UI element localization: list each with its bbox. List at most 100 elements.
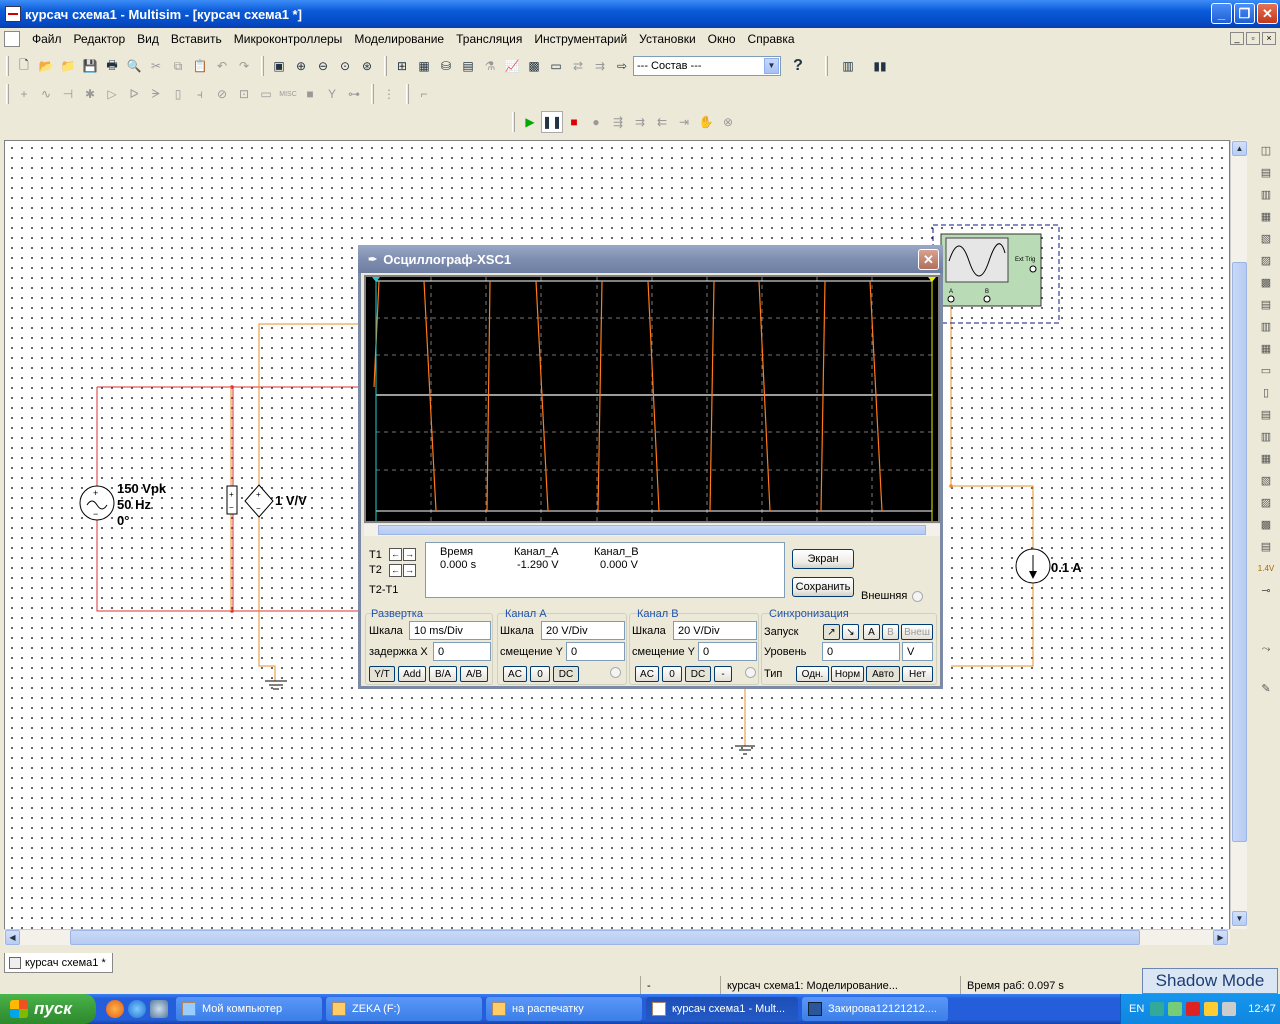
place-misc-icon[interactable]: ▭ (255, 83, 277, 105)
current-probe-icon[interactable]: ⊸ (1256, 580, 1276, 602)
trigger-level-input[interactable]: 0 (822, 642, 900, 661)
start-button[interactable]: пуск (0, 994, 96, 1024)
place-electromech-icon[interactable]: ⊶ (343, 83, 365, 105)
channel-a-radio[interactable] (610, 667, 621, 678)
place-ladder-icon[interactable]: ⋮ (378, 83, 400, 105)
save-data-button[interactable]: Сохранить (792, 577, 854, 597)
place-diode-icon[interactable]: ⊣ (57, 83, 79, 105)
agilent-scope-icon[interactable]: ▨ (1256, 492, 1276, 514)
x-delay-input[interactable]: 0 (433, 642, 491, 661)
rising-edge-icon[interactable]: ↗ (823, 624, 840, 640)
scroll-up-icon[interactable]: ▲ (1232, 141, 1247, 156)
controlled-voltage-source[interactable]: + − + − (226, 484, 274, 518)
word-generator-icon[interactable]: ▤ (1256, 294, 1276, 316)
menu-simulate[interactable]: Моделирование (348, 32, 450, 46)
document-icon[interactable] (4, 31, 20, 47)
channel-b-ac-button[interactable]: AC (635, 666, 659, 682)
spreadsheet-icon[interactable]: ▦ (413, 55, 435, 77)
mode-add-button[interactable]: Add (398, 666, 426, 682)
back-annotate-icon[interactable]: ⇄ (567, 55, 589, 77)
print-icon[interactable]: 🖶 (101, 55, 123, 77)
mode-ba-button[interactable]: B/A (429, 666, 457, 682)
t2-right-arrow-icon[interactable]: → (403, 564, 416, 577)
channel-b-zero-button[interactable]: 0 (662, 666, 682, 682)
grapher-icon[interactable]: 📈 (501, 55, 523, 77)
t2-left-arrow-icon[interactable]: ← (389, 564, 402, 577)
place-basic-icon[interactable]: ∿ (35, 83, 57, 105)
zoom-in-icon[interactable]: ⊕ (290, 55, 312, 77)
place-misc-text-icon[interactable]: MISC (277, 83, 299, 105)
scope-close-button[interactable]: ✕ (918, 249, 939, 270)
scope-scrollbar[interactable] (364, 524, 940, 536)
channel-a-zero-button[interactable]: 0 (530, 666, 550, 682)
run-to-cursor-icon[interactable]: ⇥ (673, 111, 695, 133)
scope-scroll-thumb[interactable] (378, 525, 926, 535)
title-block-icon[interactable]: ▭ (545, 55, 567, 77)
trigger-none-button[interactable]: Нет (902, 666, 933, 682)
vertical-scroll-thumb[interactable] (1232, 262, 1247, 842)
task-my-computer[interactable]: Мой компьютер (176, 997, 322, 1021)
scroll-down-icon[interactable]: ▼ (1232, 911, 1247, 926)
zoom-fit-icon[interactable]: ⊛ (356, 55, 378, 77)
network-analyzer-icon[interactable]: ▥ (1256, 426, 1276, 448)
menu-help[interactable]: Справка (742, 32, 801, 46)
forward-annotate-icon[interactable]: ⇉ (589, 55, 611, 77)
place-misc-digital-icon[interactable]: ▯ (167, 83, 189, 105)
multisim-app-icon[interactable] (5, 6, 21, 22)
electrical-rules-icon[interactable]: ▩ (523, 55, 545, 77)
logic-analyzer-icon[interactable]: ▥ (1256, 316, 1276, 338)
tray-antivirus-icon[interactable] (1186, 1002, 1201, 1016)
place-transistor-icon[interactable]: ✱ (79, 83, 101, 105)
postprocessor-icon[interactable]: ⚗ (479, 55, 501, 77)
channel-a-offset-input[interactable]: 0 (566, 642, 625, 661)
trigger-single-button[interactable]: Одн. (796, 666, 829, 682)
channel-b-scale-input[interactable]: 20 V/Div (673, 621, 757, 640)
breakpoint-icon[interactable]: ● (585, 111, 607, 133)
bode-plotter-icon[interactable]: ▨ (1256, 250, 1276, 272)
menu-options[interactable]: Установки (633, 32, 701, 46)
oscilloscope-icon[interactable]: ▦ (1256, 206, 1276, 228)
step-out-icon[interactable]: ⇇ (651, 111, 673, 133)
usage-list-select[interactable]: --- Состав --- ▼ (633, 56, 781, 76)
mode-yt-button[interactable]: Y/T (369, 666, 395, 682)
maximize-button[interactable]: ❐ (1234, 3, 1255, 24)
agilent-multimeter-icon[interactable]: ▧ (1256, 470, 1276, 492)
menu-edit[interactable]: Редактор (68, 32, 132, 46)
title-bar[interactable]: курсач схема1 - Multisim - [курсач схема… (0, 0, 1280, 28)
trigger-auto-button[interactable]: Авто (866, 666, 900, 682)
sheet-tab[interactable]: курсач схема1 * (4, 953, 113, 973)
help-icon[interactable]: ? (787, 55, 809, 77)
place-mixed-icon[interactable]: ⫞ (189, 83, 211, 105)
scroll-left-icon[interactable]: ◀ (5, 930, 20, 945)
ac-voltage-source[interactable]: + − (79, 485, 115, 521)
horizontal-scroll-thumb[interactable] (70, 930, 1140, 945)
place-indicator-icon[interactable]: ⊘ (211, 83, 233, 105)
menu-mcu[interactable]: Микроконтроллеры (228, 32, 349, 46)
zoom-out-icon[interactable]: ⊖ (312, 55, 334, 77)
pause-simulation-icon[interactable]: ❚❚ (541, 111, 563, 133)
breadboard-icon[interactable]: ▥ (832, 55, 864, 77)
open-sample-icon[interactable]: 📁 (57, 55, 79, 77)
channel-a-dc-button[interactable]: DC (553, 666, 579, 682)
falling-edge-icon[interactable]: ↘ (842, 624, 859, 640)
trigger-normal-button[interactable]: Норм (831, 666, 864, 682)
task-drive-f[interactable]: ZEKA (F:) (326, 997, 482, 1021)
tray-volume-icon[interactable] (1222, 1002, 1237, 1016)
cut-icon[interactable]: ✂ (145, 55, 167, 77)
menu-window[interactable]: Окно (702, 32, 742, 46)
run-simulation-icon[interactable]: ▶ (519, 111, 541, 133)
new-file-icon[interactable]: 🗋 (13, 55, 35, 77)
logic-converter-icon[interactable]: ▦ (1256, 338, 1276, 360)
chevron-down-icon[interactable]: ▼ (764, 58, 779, 74)
tray-shield-icon[interactable] (1204, 1002, 1219, 1016)
hierarchy-icon[interactable]: ⊞ (391, 55, 413, 77)
place-analog-icon[interactable]: ▷ (101, 83, 123, 105)
oscilloscope-symbol[interactable] (932, 224, 1060, 324)
trigger-source-a-button[interactable]: A (863, 624, 880, 640)
channel-b-radio[interactable] (745, 667, 756, 678)
channel-b-offset-input[interactable]: 0 (698, 642, 757, 661)
mode-ab-button[interactable]: A/B (460, 666, 488, 682)
step-into-icon[interactable]: ⇶ (607, 111, 629, 133)
redo-icon[interactable]: ↷ (233, 55, 255, 77)
menu-insert[interactable]: Вставить (165, 32, 228, 46)
